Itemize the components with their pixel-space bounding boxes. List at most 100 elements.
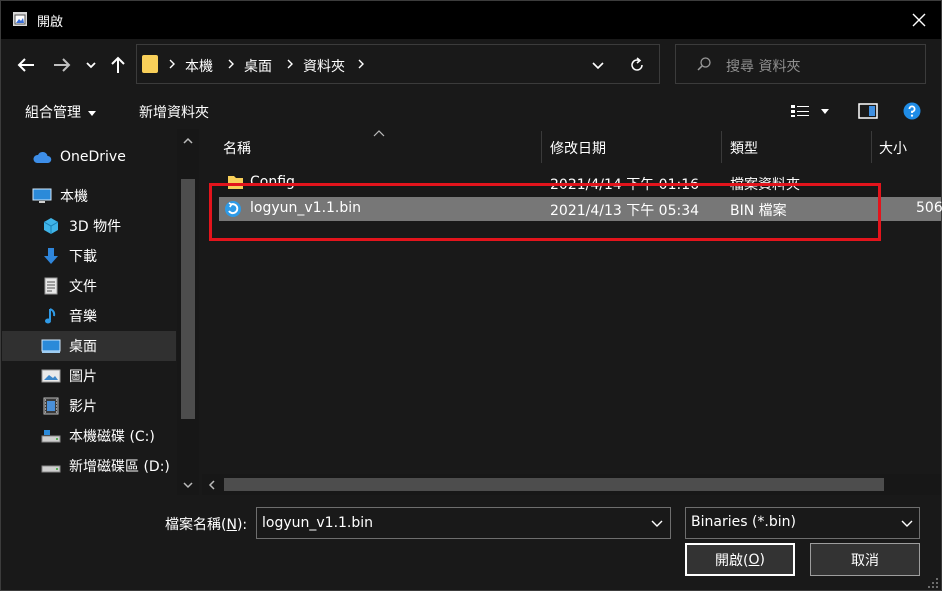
- drive-icon: [41, 427, 61, 445]
- scrollbar-thumb[interactable]: [181, 179, 195, 419]
- chevron-down-icon: [901, 520, 913, 527]
- sidebar-item-drive-c[interactable]: 本機磁碟 (C:): [2, 421, 176, 451]
- preview-pane-icon: [858, 103, 878, 119]
- help-icon: [903, 102, 921, 120]
- sidebar-item-this-pc[interactable]: 本機: [2, 181, 176, 211]
- filename-label-end: ):: [236, 517, 248, 533]
- drive-icon: [41, 457, 61, 475]
- video-icon: [41, 397, 61, 415]
- filename-field[interactable]: [256, 507, 671, 539]
- search-box[interactable]: 搜尋 資料夾: [675, 44, 926, 84]
- open-file-dialog: 開啟 本機 桌面 資料夾 搜尋 資料夾 組合管理 新增資料夾 OneDrive …: [0, 0, 942, 591]
- column-header-name[interactable]: 名稱: [223, 138, 251, 158]
- scroll-left-icon[interactable]: [208, 480, 216, 490]
- breadcrumb-this-pc[interactable]: 本機: [185, 56, 213, 76]
- chevron-down-icon[interactable]: [650, 516, 664, 530]
- scrollbar-thumb[interactable]: [224, 478, 884, 491]
- open-button[interactable]: 開啟(O): [685, 543, 795, 576]
- filename-label: 檔案名稱(N):: [165, 514, 247, 534]
- details-view-icon: [791, 105, 809, 117]
- sort-ascending-icon: [373, 130, 385, 137]
- sidebar-item-downloads[interactable]: 下載: [2, 241, 176, 271]
- window-title: 開啟: [37, 15, 64, 30]
- app-icon: [12, 11, 28, 27]
- new-folder-button[interactable]: 新增資料夾: [139, 102, 209, 122]
- cancel-button[interactable]: 取消: [810, 543, 920, 576]
- open-button-label-end: ): [759, 551, 765, 568]
- sidebar-item-label: 下載: [69, 249, 97, 265]
- desktop-icon: [41, 337, 61, 355]
- chevron-down-icon: [86, 62, 96, 69]
- sidebar-item-label: 影片: [69, 399, 97, 415]
- open-button-accesskey: O: [748, 551, 760, 568]
- filename-label-accesskey: N: [226, 517, 237, 533]
- forward-button[interactable]: [49, 52, 75, 78]
- preview-pane-button[interactable]: [858, 101, 878, 121]
- search-placeholder: 搜尋 資料夾: [726, 59, 801, 75]
- sidebar-item-documents[interactable]: 文件: [2, 271, 176, 301]
- cloud-icon: [32, 148, 52, 166]
- sidebar-item-onedrive[interactable]: OneDrive: [2, 142, 176, 172]
- caret-down-icon: [821, 108, 829, 114]
- column-header-size[interactable]: 大小: [879, 138, 907, 158]
- caret-down-icon: [88, 110, 96, 116]
- document-icon: [41, 277, 61, 295]
- sidebar-item-label: 圖片: [69, 369, 97, 385]
- folder-icon: [142, 55, 158, 73]
- sidebar-item-3d-objects[interactable]: 3D 物件: [2, 211, 176, 241]
- resize-grip-icon[interactable]: [925, 575, 939, 589]
- scroll-down-icon[interactable]: [183, 481, 193, 489]
- sidebar-item-desktop[interactable]: 桌面: [2, 331, 176, 361]
- computer-icon: [32, 187, 52, 205]
- sidebar-item-pictures[interactable]: 圖片: [2, 361, 176, 391]
- chevron-down-icon[interactable]: [590, 57, 606, 73]
- column-divider[interactable]: [871, 131, 872, 163]
- address-bar[interactable]: 本機 桌面 資料夾: [136, 44, 660, 84]
- filename-input[interactable]: [262, 513, 632, 533]
- chevron-right-icon[interactable]: [226, 58, 236, 70]
- navigation-pane: OneDrive 本機 3D 物件 下載 文件 音樂 桌面 圖片 影片 本機磁碟…: [2, 129, 199, 495]
- column-divider[interactable]: [541, 131, 542, 163]
- chevron-right-icon[interactable]: [285, 58, 295, 70]
- chevron-right-icon: [169, 59, 175, 69]
- column-divider[interactable]: [721, 131, 722, 163]
- file-type-filter[interactable]: Binaries (*.bin): [685, 507, 920, 539]
- refresh-icon[interactable]: [627, 55, 647, 75]
- organize-menu[interactable]: 組合管理: [25, 102, 96, 122]
- breadcrumb-folder[interactable]: 資料夾: [303, 56, 345, 76]
- help-button[interactable]: [903, 101, 921, 121]
- sidebar-item-label: 本機磁碟 (C:): [69, 429, 155, 445]
- arrow-up-icon: [111, 56, 125, 73]
- cube-icon: [41, 217, 61, 235]
- back-button[interactable]: [13, 52, 39, 78]
- sidebar-item-label: 本機: [60, 189, 88, 205]
- navigation-scrollbar[interactable]: [177, 129, 199, 495]
- highlight-annotation-box: [209, 183, 881, 241]
- sidebar-item-label: 音樂: [69, 309, 97, 325]
- change-view-button[interactable]: [790, 101, 810, 121]
- column-header-type[interactable]: 類型: [730, 138, 758, 158]
- sidebar-item-label: 新增磁碟區 (D:): [69, 459, 170, 475]
- breadcrumb-desktop[interactable]: 桌面: [244, 56, 272, 76]
- music-icon: [41, 307, 61, 325]
- sidebar-item-label: 3D 物件: [69, 219, 122, 235]
- arrow-right-icon: [54, 58, 71, 72]
- sidebar-item-label: 桌面: [69, 339, 97, 355]
- title-bar: 開啟: [1, 1, 941, 39]
- chevron-right-icon[interactable]: [356, 58, 366, 70]
- file-type-filter-value: Binaries (*.bin): [691, 514, 796, 530]
- sidebar-item-drive-d[interactable]: 新增磁碟區 (D:): [2, 451, 176, 481]
- up-button[interactable]: [105, 52, 131, 78]
- recent-locations-button[interactable]: [81, 52, 101, 78]
- sidebar-item-music[interactable]: 音樂: [2, 301, 176, 331]
- close-button[interactable]: [897, 1, 941, 39]
- column-header-date[interactable]: 修改日期: [550, 138, 606, 158]
- sidebar-item-videos[interactable]: 影片: [2, 391, 176, 421]
- arrow-left-icon: [17, 58, 34, 72]
- sidebar-item-label: OneDrive: [60, 149, 126, 165]
- scroll-up-icon[interactable]: [183, 137, 193, 145]
- filename-label-text: 檔案名稱(: [165, 517, 227, 533]
- open-button-label: 開啟(: [715, 552, 749, 569]
- view-options-button[interactable]: [821, 101, 829, 121]
- file-list-horizontal-scrollbar[interactable]: [202, 474, 941, 495]
